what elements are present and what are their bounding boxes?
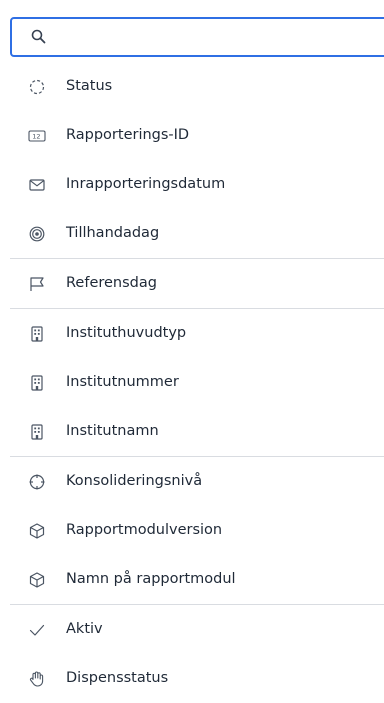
hand-icon <box>29 671 44 687</box>
search-input[interactable] <box>52 19 376 57</box>
list-item-institutnummer[interactable]: Institutnummer <box>0 358 384 407</box>
svg-text:12: 12 <box>32 133 40 141</box>
list-item-namn-pa-rapportmodul[interactable]: Namn på rapportmodul <box>0 555 384 604</box>
list-item-label: Dispensstatus <box>66 670 169 686</box>
envelope-icon <box>29 179 45 191</box>
column-picker-list: Status 12 Rapporterings-ID Inrapporterin… <box>0 62 384 703</box>
target-icon <box>29 226 45 242</box>
list-item-konsolideringsniva[interactable]: Konsolideringsnivå <box>0 457 384 506</box>
list-item-label: Rapportmodulversion <box>66 522 223 538</box>
building-icon <box>31 326 43 342</box>
list-item-label: Namn på rapportmodul <box>66 571 236 587</box>
list-item-dispensstatus[interactable]: Dispensstatus <box>0 654 384 703</box>
search-field[interactable] <box>10 17 384 57</box>
dashed-circle-icon <box>29 79 45 95</box>
crosshair-icon <box>29 474 45 490</box>
checkmark-icon <box>29 624 45 636</box>
building-icon <box>31 424 43 440</box>
list-item-label: Rapporterings-ID <box>66 127 190 143</box>
list-item-label: Aktiv <box>66 621 103 637</box>
list-item-rapporterings-id[interactable]: 12 Rapporterings-ID <box>0 111 384 160</box>
list-item-label: Konsolideringsnivå <box>66 473 203 489</box>
list-item-label: Institutnummer <box>66 374 179 390</box>
list-item-instituthuvudtyp[interactable]: Instituthuvudtyp <box>0 309 384 358</box>
list-item-tillhandadag[interactable]: Tillhandadag <box>0 209 384 258</box>
list-item-label: Institutnamn <box>66 423 159 439</box>
number-12-icon: 12 <box>28 130 46 142</box>
list-item-status[interactable]: Status <box>0 62 384 111</box>
list-item-label: Tillhandadag <box>66 225 160 241</box>
list-item-label: Status <box>66 78 113 94</box>
building-icon <box>31 375 43 391</box>
flag-icon <box>30 277 44 291</box>
cube-icon <box>29 572 45 588</box>
list-item-label: Instituthuvudtyp <box>66 325 187 341</box>
list-item-label: Inrapporteringsdatum <box>66 176 226 192</box>
list-item-rapportmodulversion[interactable]: Rapportmodulversion <box>0 506 384 555</box>
list-item-referensdag[interactable]: Referensdag <box>0 259 384 308</box>
cube-icon <box>29 523 45 539</box>
search-icon <box>31 29 46 44</box>
list-item-aktiv[interactable]: Aktiv <box>0 605 384 654</box>
list-item-inrapporteringsdatum[interactable]: Inrapporteringsdatum <box>0 160 384 209</box>
list-item-label: Referensdag <box>66 275 157 291</box>
list-item-institutnamn[interactable]: Institutnamn <box>0 407 384 456</box>
